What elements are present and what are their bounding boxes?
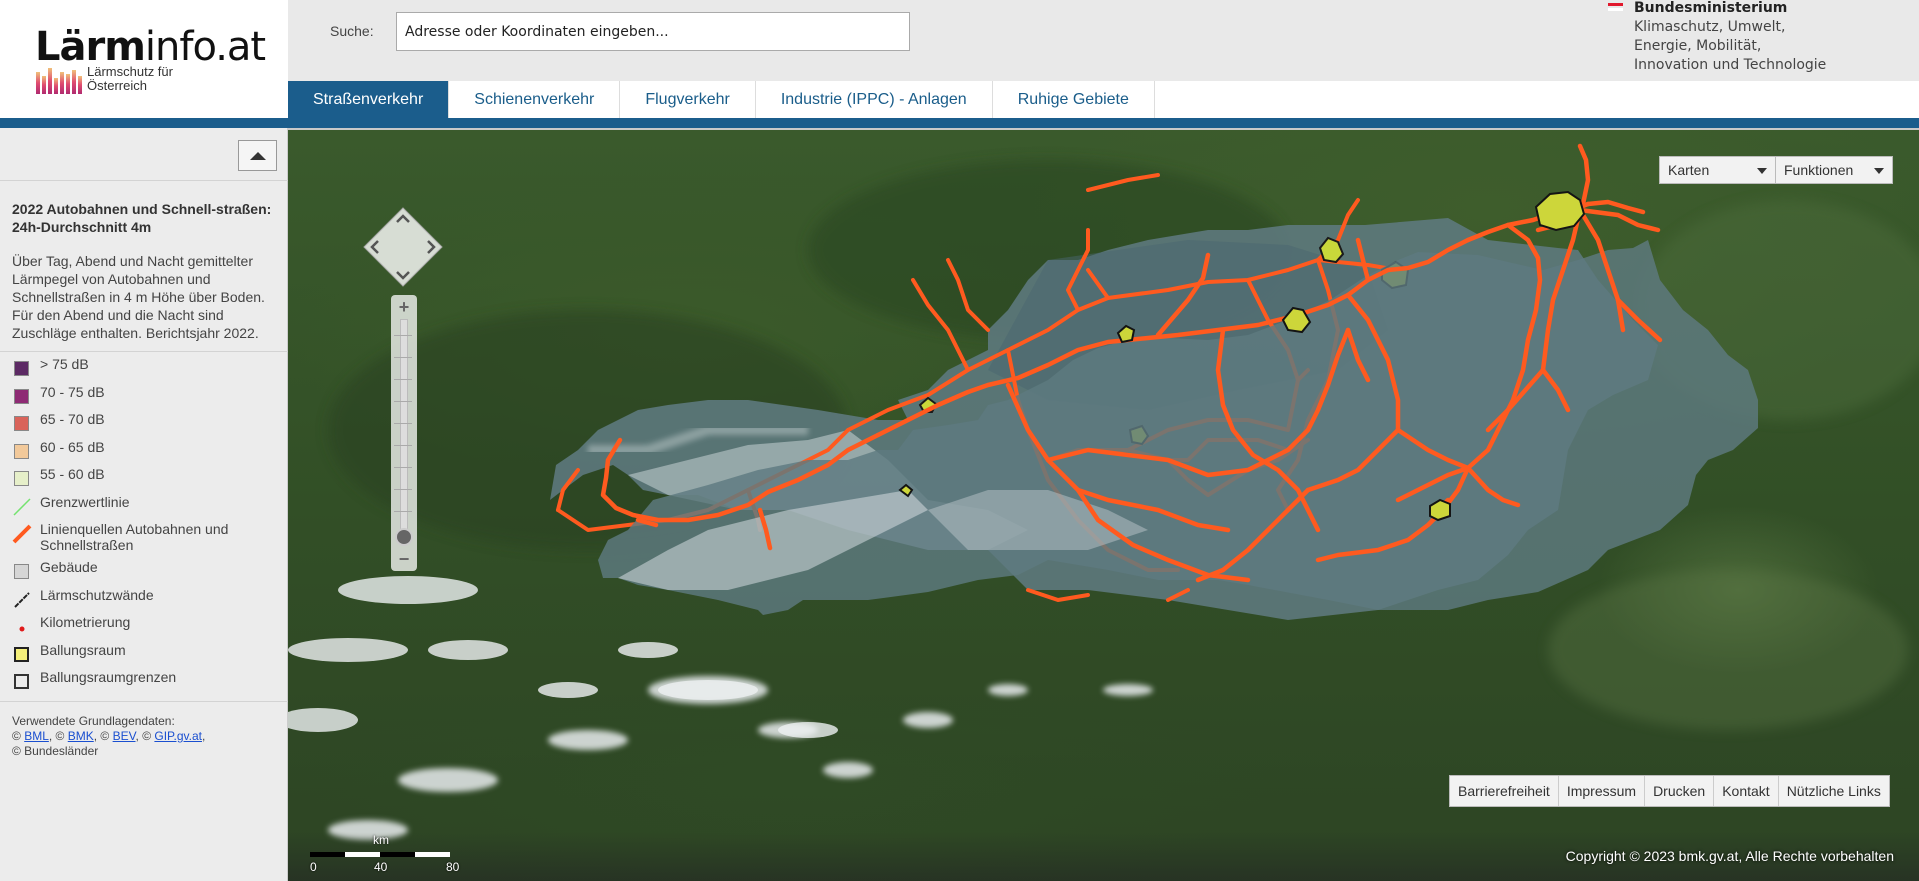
tab-strassenverkehr[interactable]: Straßenverkehr — [288, 81, 450, 118]
swatch-icon — [12, 387, 32, 407]
source-link-gip[interactable]: GIP.gv.at — [154, 729, 202, 743]
legend-item-gt75: > 75 dB — [12, 356, 282, 384]
link-impressum[interactable]: Impressum — [1559, 776, 1646, 806]
pan-control[interactable] — [362, 206, 444, 288]
map-toolbar: Karten Funktionen — [1659, 156, 1893, 184]
tab-industrie[interactable]: Industrie (IPPC) - Anlagen — [756, 81, 993, 118]
tab-flugverkehr[interactable]: Flugverkehr — [620, 81, 756, 118]
legend-item-55-60: 55 - 60 dB — [12, 466, 282, 494]
data-sources: Verwendete Grundlagendaten: © BML, © BMK… — [12, 714, 206, 758]
tab-schienenverkehr[interactable]: Schienenverkehr — [449, 81, 621, 118]
austria-flag-icon — [1608, 3, 1623, 14]
legend: > 75 dB 70 - 75 dB 65 - 70 dB 60 - 65 dB… — [12, 356, 282, 697]
main-tabs: Straßenverkehr Schienenverkehr Flugverke… — [288, 81, 1919, 118]
sidebar: 2022 Autobahnen und Schnell-straßen: 24h… — [0, 128, 288, 881]
caret-down-icon — [1757, 168, 1767, 174]
link-nuetzliche-links[interactable]: Nützliche Links — [1779, 776, 1889, 806]
outline-icon — [12, 672, 32, 692]
legend-item-kilometrierung: Kilometrierung — [12, 614, 282, 642]
zoom-out-button[interactable]: − — [391, 549, 417, 569]
maps-dropdown[interactable]: Karten — [1659, 156, 1776, 184]
divider — [0, 701, 288, 702]
footer-links: Barrierefreiheit Impressum Drucken Konta… — [1449, 775, 1890, 807]
agglomeration-salzburg[interactable] — [1116, 324, 1136, 344]
swatch-icon — [12, 562, 32, 582]
header-divider — [0, 118, 1919, 130]
swatch-icon — [12, 359, 32, 379]
functions-dropdown[interactable]: Funktionen — [1776, 156, 1893, 184]
zoom-handle[interactable] — [395, 528, 413, 546]
road-line-icon — [12, 524, 32, 544]
scale-bar: km 0 40 80 — [310, 833, 460, 874]
link-kontakt[interactable]: Kontakt — [1714, 776, 1779, 806]
ministry-title: Bundesministerium — [1634, 0, 1788, 16]
chevron-up-icon — [249, 151, 266, 160]
legend-item-ballungsraumgrenzen: Ballungsraumgrenzen — [12, 669, 282, 697]
zoom-track[interactable] — [400, 319, 408, 541]
legend-item-60-65: 60 - 65 dB — [12, 439, 282, 467]
legend-item-grenzwertlinie: Grenzwertlinie — [12, 494, 282, 522]
logo-bars-icon — [36, 66, 86, 94]
search-input[interactable] — [396, 12, 910, 51]
swatch-icon — [12, 645, 32, 665]
road-network-overlay — [288, 143, 1758, 738]
divider — [0, 180, 288, 181]
copyright: Copyright © 2023 bmk.gv.at, Alle Rechte … — [1565, 848, 1894, 864]
source-link-bev[interactable]: BEV — [113, 729, 136, 743]
layer-title: 2022 Autobahnen und Schnell-straßen: 24h… — [12, 201, 272, 235]
collapse-sidebar-button[interactable] — [238, 140, 277, 171]
divider — [0, 351, 288, 352]
line-icon — [12, 497, 32, 517]
legend-item-linienquellen: Linienquellen Autobahnen und Schnellstra… — [12, 521, 282, 559]
layer-description: Über Tag, Abend und Nacht gemittelter Lä… — [12, 253, 265, 341]
wall-line-icon — [12, 590, 32, 610]
link-drucken[interactable]: Drucken — [1645, 776, 1715, 806]
swatch-icon — [12, 469, 32, 489]
legend-item-gebaeude: Gebäude — [12, 559, 282, 587]
search-label: Suche: — [330, 23, 374, 39]
legend-item-ballungsraum: Ballungsraum — [12, 642, 282, 670]
legend-item-70-75: 70 - 75 dB — [12, 384, 282, 412]
zoom-slider: + − — [391, 295, 417, 571]
dot-icon — [12, 617, 32, 637]
swatch-icon — [12, 414, 32, 434]
legend-item-laermschutzwaende: Lärmschutzwände — [12, 587, 282, 615]
zoom-in-button[interactable]: + — [391, 297, 417, 317]
source-link-bmk[interactable]: BMK — [68, 729, 94, 743]
ministry-subtitle: Klimaschutz, Umwelt, Energie, Mobilität,… — [1634, 19, 1827, 73]
source-link-bml[interactable]: BML — [24, 729, 49, 743]
logo-tagline: Lärmschutz für Österreich — [87, 64, 173, 93]
logo[interactable]: Lärminfo.at Lärmschutz für Österreich — [0, 0, 288, 118]
link-barrierefreiheit[interactable]: Barrierefreiheit — [1450, 776, 1559, 806]
swatch-icon — [12, 442, 32, 462]
caret-down-icon — [1874, 168, 1884, 174]
tab-ruhige-gebiete[interactable]: Ruhige Gebiete — [993, 81, 1155, 118]
legend-item-65-70: 65 - 70 dB — [12, 411, 282, 439]
